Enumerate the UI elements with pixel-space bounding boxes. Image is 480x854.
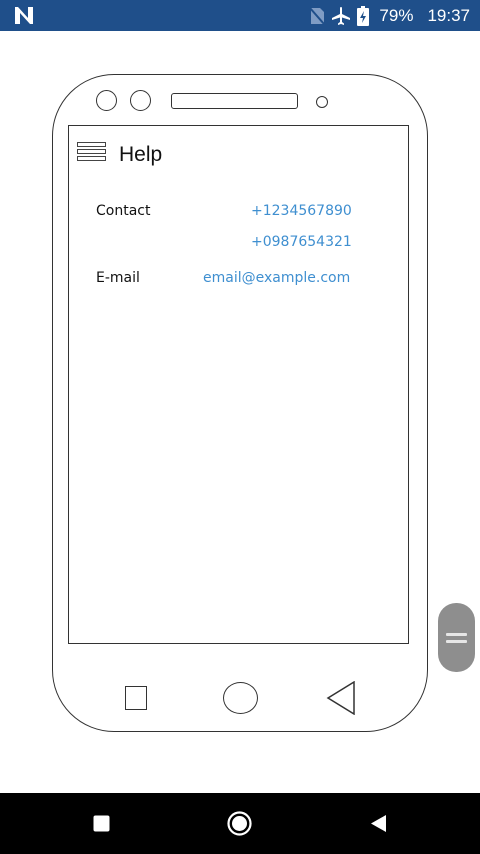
camera-circle-left: [96, 90, 117, 111]
no-sim-icon: [309, 6, 326, 25]
hamburger-menu-icon[interactable]: [77, 142, 106, 163]
page-title: Help: [119, 143, 163, 166]
drag-handle-icon[interactable]: [438, 603, 475, 672]
system-nav-bar: [0, 793, 480, 854]
home-icon[interactable]: [227, 811, 252, 836]
battery-percent: 79%: [379, 5, 414, 25]
back-triangle-icon[interactable]: [326, 681, 356, 715]
phone-link-1[interactable]: +1234567890: [251, 203, 352, 219]
sensor-dot: [316, 96, 328, 108]
email-link[interactable]: email@example.com: [203, 270, 350, 286]
status-bar: 79% 19:37: [0, 0, 480, 31]
email-label: E-mail: [96, 270, 140, 286]
battery-charging-icon: [357, 5, 370, 26]
home-circle-icon[interactable]: [223, 682, 258, 714]
contact-label: Contact: [96, 203, 151, 219]
airplane-mode-icon: [332, 6, 351, 25]
phone-link-2[interactable]: +0987654321: [251, 234, 352, 250]
clock: 19:37: [427, 5, 470, 25]
speaker-slot: [171, 93, 298, 109]
n-logo-icon: [15, 7, 33, 24]
recent-apps-square-icon[interactable]: [125, 686, 147, 710]
back-icon[interactable]: [370, 814, 387, 833]
recent-apps-icon[interactable]: [93, 815, 110, 832]
camera-circle-right: [130, 90, 151, 111]
